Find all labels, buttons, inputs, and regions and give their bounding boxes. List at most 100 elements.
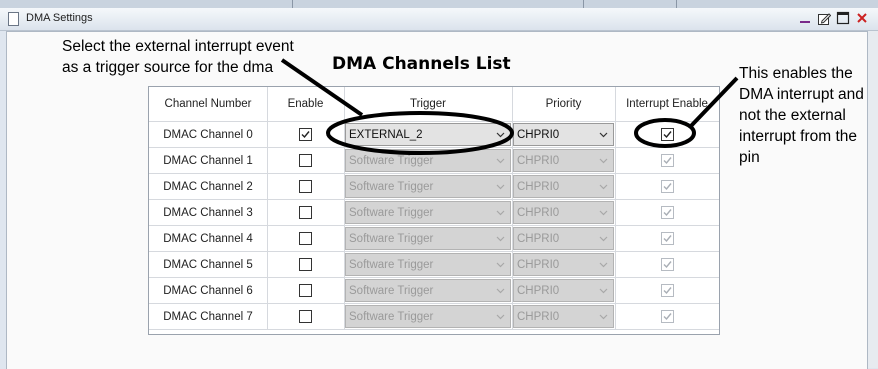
checkmark-icon <box>663 157 672 165</box>
edit-button[interactable] <box>816 10 832 26</box>
annotation-trigger-line1: Select the external interrupt event <box>62 38 294 55</box>
chevron-down-icon <box>599 158 608 163</box>
priority-value: CHPRI0 <box>517 128 560 141</box>
priority-dropdown: CHPRI0 <box>513 253 614 276</box>
interrupt-enable-cell <box>615 148 719 173</box>
interrupt-enable-checkbox <box>660 310 674 323</box>
interrupt-enable-cell <box>615 200 719 225</box>
right-edge-panel <box>868 31 878 368</box>
interrupt-enable-checkbox <box>660 180 674 193</box>
chevron-down-icon <box>496 184 505 189</box>
chevron-down-icon <box>496 132 505 137</box>
enable-checkbox[interactable] <box>299 128 312 141</box>
page-title: DMA Channels List <box>332 54 511 74</box>
trigger-value: Software Trigger <box>349 180 434 193</box>
enable-cell <box>267 252 345 277</box>
channel-name: DMAC Channel 6 <box>149 278 268 303</box>
interrupt-enable-cell <box>615 174 719 199</box>
enable-checkbox[interactable] <box>299 154 312 167</box>
table-row: DMAC Channel 3 Software Trigger CHPRI0 <box>149 200 719 226</box>
annotation-interrupt-line4: interrupt from the <box>739 128 858 145</box>
chevron-down-icon <box>599 262 608 267</box>
priority-dropdown[interactable]: CHPRI0 <box>513 123 614 146</box>
maximize-button[interactable] <box>835 10 851 26</box>
enable-cell <box>267 148 345 173</box>
checkmark-icon <box>663 287 672 295</box>
checkmark-icon <box>301 131 310 139</box>
chevron-down-icon <box>496 210 505 215</box>
priority-dropdown: CHPRI0 <box>513 279 614 302</box>
priority-value: CHPRI0 <box>517 180 560 193</box>
trigger-cell: Software Trigger <box>344 200 513 225</box>
column-header[interactable]: Enable <box>267 87 345 121</box>
minimize-button[interactable] <box>797 10 813 26</box>
trigger-dropdown: Software Trigger <box>345 279 511 302</box>
chevron-down-icon <box>599 288 608 293</box>
trigger-cell: Software Trigger <box>344 148 513 173</box>
trigger-cell: Software Trigger <box>344 226 513 251</box>
channel-name: DMAC Channel 0 <box>149 122 268 147</box>
enable-checkbox[interactable] <box>299 284 312 297</box>
enable-checkbox[interactable] <box>299 232 312 245</box>
priority-dropdown: CHPRI0 <box>513 227 614 250</box>
annotation-interrupt-line3: not the external <box>739 107 846 124</box>
trigger-value: EXTERNAL_2 <box>349 128 423 141</box>
channel-name: DMAC Channel 1 <box>149 148 268 173</box>
priority-cell: CHPRI0 <box>512 122 616 147</box>
enable-cell <box>267 174 345 199</box>
priority-cell: CHPRI0 <box>512 278 616 303</box>
interrupt-enable-cell <box>615 304 719 329</box>
enable-cell <box>267 226 345 251</box>
enable-checkbox[interactable] <box>299 206 312 219</box>
column-header[interactable]: Interrupt Enable <box>615 87 719 121</box>
trigger-cell: Software Trigger <box>344 252 513 277</box>
priority-dropdown: CHPRI0 <box>513 149 614 172</box>
trigger-cell: EXTERNAL_2 <box>344 122 513 147</box>
window-controls <box>797 10 870 26</box>
strip-segment <box>293 0 584 8</box>
enable-checkbox[interactable] <box>299 180 312 193</box>
interrupt-enable-checkbox <box>660 206 674 219</box>
priority-cell: CHPRI0 <box>512 148 616 173</box>
trigger-dropdown[interactable]: EXTERNAL_2 <box>345 123 511 146</box>
table-row: DMAC Channel 4 Software Trigger CHPRI0 <box>149 226 719 252</box>
enable-checkbox[interactable] <box>299 310 312 323</box>
enable-cell <box>267 278 345 303</box>
chevron-down-icon <box>599 314 608 319</box>
window-title: DMA Settings <box>26 12 93 24</box>
priority-value: CHPRI0 <box>517 258 560 271</box>
trigger-cell: Software Trigger <box>344 304 513 329</box>
priority-dropdown: CHPRI0 <box>513 201 614 224</box>
close-button[interactable] <box>854 10 870 26</box>
trigger-dropdown: Software Trigger <box>345 149 511 172</box>
trigger-cell: Software Trigger <box>344 278 513 303</box>
window-titlebar[interactable]: DMA Settings <box>0 8 878 31</box>
priority-dropdown: CHPRI0 <box>513 175 614 198</box>
interrupt-enable-checkbox[interactable] <box>660 128 674 141</box>
interrupt-enable-checkbox <box>660 232 674 245</box>
chevron-down-icon <box>496 158 505 163</box>
edit-icon <box>818 13 831 25</box>
trigger-dropdown: Software Trigger <box>345 253 511 276</box>
priority-value: CHPRI0 <box>517 284 560 297</box>
chevron-down-icon <box>599 236 608 241</box>
column-header[interactable]: Trigger <box>344 87 513 121</box>
interrupt-enable-checkbox <box>660 258 674 271</box>
column-header[interactable]: Priority <box>512 87 616 121</box>
enable-checkbox[interactable] <box>299 258 312 271</box>
trigger-dropdown: Software Trigger <box>345 175 511 198</box>
priority-value: CHPRI0 <box>517 310 560 323</box>
interrupt-enable-cell <box>615 278 719 303</box>
channel-name: DMAC Channel 3 <box>149 200 268 225</box>
chevron-down-icon <box>496 288 505 293</box>
annotation-interrupt-line1: This enables the <box>739 65 853 82</box>
dma-channels-table: Channel Number Enable Trigger Priority Inter… <box>148 86 720 335</box>
table-row: DMAC Channel 1 Software Trigger CHPRI0 <box>149 148 719 174</box>
channel-name: DMAC Channel 4 <box>149 226 268 251</box>
table-row: DMAC Channel 0 EXTERNAL_2 CHPRI0 <box>149 122 719 148</box>
trigger-dropdown: Software Trigger <box>345 227 511 250</box>
interrupt-enable-cell <box>615 252 719 277</box>
checkmark-icon <box>663 131 672 139</box>
column-header[interactable]: Channel Number <box>149 87 268 121</box>
channel-name: DMAC Channel 2 <box>149 174 268 199</box>
